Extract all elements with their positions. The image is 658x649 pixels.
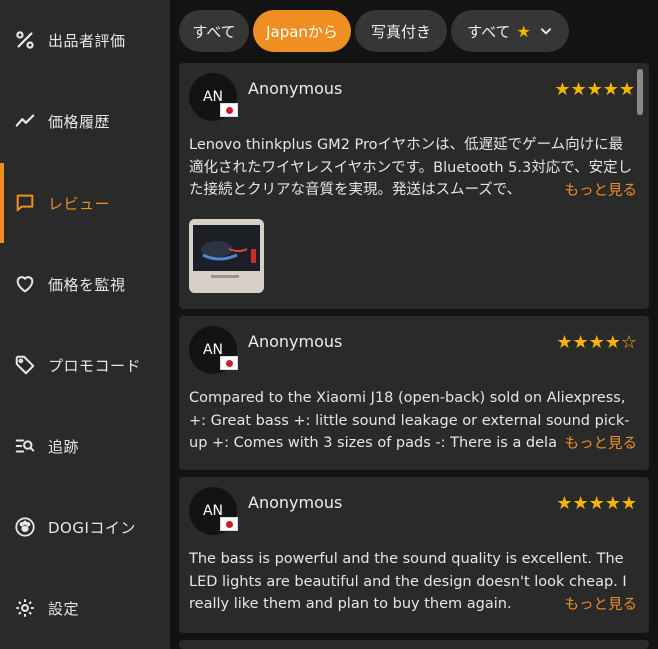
percent-icon [13,28,37,52]
sidebar-item-price-watch[interactable]: 価格を監視 [0,244,170,324]
review-card: AN Anonymous ★★★★★ The bass is powerful … [179,477,649,633]
review-author: Anonymous [248,79,343,98]
sidebar-item-label: 追跡 [48,437,80,456]
sidebar-item-label: DOGIコイン [48,518,136,537]
review-author: Anonymous [248,332,343,351]
japan-flag-icon [220,517,238,531]
sidebar-item-label: 出品者評価 [48,31,126,50]
paw-icon [13,515,37,539]
review-card: AN Anonymous ★★★★★ Lenovo thinkplus GM2 … [179,63,649,309]
sidebar-item-label: 価格履歴 [48,112,111,131]
rating-filter-dropdown[interactable]: すべて ★ [451,10,569,52]
filter-bar: すべて Japanから 写真付き すべて ★ [179,10,569,52]
show-more-link[interactable]: もっと見る [556,593,637,614]
sidebar-item-dogi-coin[interactable]: DOGIコイン [0,487,170,567]
sidebar-item-price-history[interactable]: 価格履歴 [0,81,170,161]
gear-icon [13,596,37,620]
rating-filter-label: すべて [467,22,511,41]
reviews-panel: すべて Japanから 写真付き すべて ★ AN Anonymous ★★★★… [170,0,658,649]
rating-stars: ★★★★★ [554,79,635,100]
sidebar-item-label: レビュー [48,194,111,213]
japan-flag-icon [220,356,238,370]
rating-stars: ★★★★★ [556,493,637,514]
review-card: AN Anonymous ★★★★☆ Compared to the Xiaom… [179,316,649,470]
track-search-icon [13,434,37,458]
tag-icon [13,353,37,377]
show-more-link[interactable]: もっと見る [556,432,637,453]
sidebar-item-label: 設定 [48,599,80,618]
sidebar-item-label: 価格を監視 [48,275,126,294]
heart-icon [13,272,37,296]
review-card [179,640,649,649]
review-photo[interactable] [189,219,264,293]
sidebar-item-label: プロモコード [48,356,142,375]
japan-flag-icon [220,103,238,117]
filter-with-photos-button[interactable]: 写真付き [355,10,447,52]
scrollbar[interactable] [637,69,643,115]
rating-stars: ★★★★☆ [556,332,637,353]
chat-bubble-icon [13,191,37,215]
sidebar: 出品者評価 価格履歴 レビュー 価格を監視 プロモコード 追跡 DOGIコイン … [0,0,170,649]
chevron-down-icon [540,28,551,35]
show-more-link[interactable]: もっと見る [556,179,637,200]
sidebar-item-promo-code[interactable]: プロモコード [0,325,170,405]
sidebar-item-tracking[interactable]: 追跡 [0,406,170,486]
sidebar-item-seller-rating[interactable]: 出品者評価 [0,0,170,80]
sidebar-item-settings[interactable]: 設定 [0,568,170,648]
filter-all-button[interactable]: すべて [179,10,249,52]
sidebar-item-reviews[interactable]: レビュー [0,163,170,243]
trend-line-icon [13,109,37,133]
review-author: Anonymous [248,493,343,512]
star-icon: ★ [516,21,531,41]
filter-from-japan-button[interactable]: Japanから [253,10,351,52]
